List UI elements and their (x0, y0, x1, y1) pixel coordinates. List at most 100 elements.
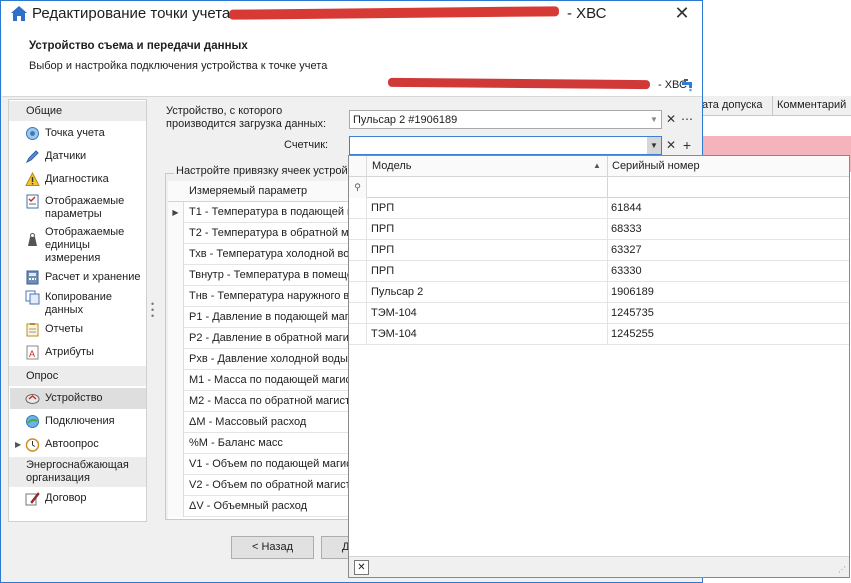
counter-dropdown-popup: Модель ▲ Серийный номер ⚲ ПРП 61844 ПРП 683… (348, 155, 850, 578)
location-icon (26, 127, 39, 140)
model-cell: ПРП (371, 202, 395, 214)
device-combobox[interactable]: Пульсар 2 #1906189 ▼ (349, 110, 662, 129)
nav-item-display-params[interactable]: Отображаемые параметры (25, 193, 147, 221)
pen-icon (25, 150, 39, 164)
chevron-down-icon[interactable]: ▼ (647, 111, 661, 128)
device-value: Пульсар 2 #1906189 (353, 114, 458, 126)
row-indicator (349, 324, 367, 345)
table-row[interactable]: ΔV - Объемный расход (168, 496, 353, 517)
checklist-icon (26, 194, 39, 209)
param-name: P2 - Давление в обратной магис (189, 332, 352, 344)
param-name: %M - Баланс масс (189, 437, 283, 449)
param-name: M1 - Масса по подающей магист (189, 374, 352, 386)
nav-item-point[interactable]: Точка учета (25, 125, 147, 141)
calculator-icon (26, 270, 39, 285)
clear-counter-icon[interactable]: ✕ (664, 137, 678, 154)
filter-row[interactable]: ⚲ (349, 177, 849, 198)
water-tap-icon (682, 79, 692, 92)
model-cell: ТЭМ-104 (371, 328, 417, 340)
table-row[interactable]: Тнв - Температура наружного в (168, 286, 353, 307)
list-item[interactable]: ПРП 68333 (349, 219, 849, 240)
table-row[interactable]: Рхв - Давление холодной воды (168, 349, 353, 370)
nav-item-attributes[interactable]: A Атрибуты (25, 344, 147, 360)
column-header-serial[interactable]: Серийный номер (607, 156, 700, 177)
report-icon (26, 323, 39, 337)
nav-item-calc-storage[interactable]: Расчет и хранение (25, 269, 147, 285)
nav-item-device[interactable]: Устройство (10, 388, 146, 409)
param-name: Тхв - Температура холодной во (189, 248, 350, 260)
weights-icon (28, 233, 37, 246)
more-icon[interactable]: ⋯ (680, 111, 694, 128)
serial-cell: 1245735 (611, 307, 654, 319)
clear-device-icon[interactable]: ✕ (664, 111, 678, 128)
row-indicator (349, 282, 367, 303)
table-row[interactable]: M1 - Масса по подающей магист (168, 370, 353, 391)
list-item[interactable]: ПРП 63327 (349, 240, 849, 261)
copy-icon (25, 290, 40, 305)
redaction-mark (228, 6, 560, 20)
nav-item-copy-data[interactable]: Копирование данных (25, 289, 147, 317)
params-grid-header: Измеряемый параметр (168, 181, 353, 202)
background-col-comment[interactable]: Комментарий (772, 96, 851, 116)
add-icon[interactable]: + (680, 137, 694, 154)
nav-item-diagnostics[interactable]: Диагностика (25, 171, 147, 187)
column-divider (607, 303, 608, 324)
list-item[interactable]: Пульсар 2 1906189 (349, 282, 849, 303)
home-icon (11, 6, 27, 21)
column-divider (607, 282, 608, 303)
table-row[interactable]: M2 - Масса по обратной магистр (168, 391, 353, 412)
device-icon (25, 394, 40, 404)
list-item[interactable]: ТЭМ-104 1245255 (349, 324, 849, 345)
resize-grip-icon[interactable]: ⋰ (838, 565, 846, 574)
column-header-param[interactable]: Измеряемый параметр (189, 185, 307, 197)
chevron-down-icon[interactable]: ▼ (647, 137, 661, 154)
table-row[interactable]: V1 - Объем по подающей магист (168, 454, 353, 475)
counter-combobox[interactable]: ▼ (349, 136, 662, 155)
panel-splitter[interactable]: • • • (151, 300, 154, 321)
close-icon[interactable]: ✕ (667, 2, 697, 26)
row-indicator (168, 244, 184, 265)
table-row[interactable]: Твнутр - Температура в помеще (168, 265, 353, 286)
column-divider (607, 240, 608, 261)
nav-item-sensors[interactable]: Датчики (25, 148, 147, 164)
row-indicator (168, 433, 184, 454)
nav-item-display-units[interactable]: Отображаемые единицы измерения (25, 224, 147, 265)
list-item[interactable]: ТЭМ-104 1245735 (349, 303, 849, 324)
expand-arrow-icon[interactable]: ▶ (15, 440, 21, 449)
back-button[interactable]: < Назад (231, 536, 314, 559)
serial-cell: 68333 (611, 223, 642, 235)
table-row[interactable]: ▶ T1 - Температура в подающей м (168, 202, 353, 223)
serial-cell: 63330 (611, 265, 642, 277)
nav-item-reports[interactable]: Отчеты (25, 321, 147, 337)
table-row[interactable]: T2 - Температура в обратной ма (168, 223, 353, 244)
close-popup-icon[interactable]: ✕ (354, 560, 369, 575)
nav-item-auto-poll[interactable]: Автоопрос (25, 436, 147, 452)
next-button[interactable]: Д (321, 536, 351, 559)
serial-cell: 61844 (611, 202, 642, 214)
table-row[interactable]: %M - Баланс масс (168, 433, 353, 454)
column-header-model[interactable]: Модель (372, 160, 411, 172)
param-name: Твнутр - Температура в помеще (189, 269, 352, 281)
table-row[interactable]: V2 - Объем по обратной магистр (168, 475, 353, 496)
wizard-step-subtitle: Выбор и настройка подключения устройства… (29, 60, 328, 72)
param-name: M2 - Масса по обратной магистр (189, 395, 352, 407)
nav-group-general: Общие (9, 101, 146, 121)
nav-item-connections[interactable]: Подключения (25, 413, 147, 429)
param-name: T1 - Температура в подающей м (189, 206, 352, 218)
list-item[interactable]: ПРП 61844 (349, 198, 849, 219)
param-name: Тнв - Температура наружного в (189, 290, 350, 302)
param-name: T2 - Температура в обратной ма (189, 227, 352, 239)
popup-header: Модель ▲ Серийный номер (349, 156, 849, 177)
row-indicator (349, 303, 367, 324)
table-row[interactable]: P1 - Давление в подающей магис (168, 307, 353, 328)
column-divider (607, 261, 608, 282)
list-item[interactable]: ПРП 63330 (349, 261, 849, 282)
row-indicator (168, 370, 184, 391)
table-row[interactable]: P2 - Давление в обратной магис (168, 328, 353, 349)
table-row[interactable]: Тхв - Температура холодной во (168, 244, 353, 265)
nav-item-contract[interactable]: Договор (25, 490, 147, 506)
row-indicator (168, 286, 184, 307)
row-indicator (349, 240, 367, 261)
background-col-access-date[interactable]: ата допуска (700, 99, 770, 111)
table-row[interactable]: ΔM - Массовый расход (168, 412, 353, 433)
